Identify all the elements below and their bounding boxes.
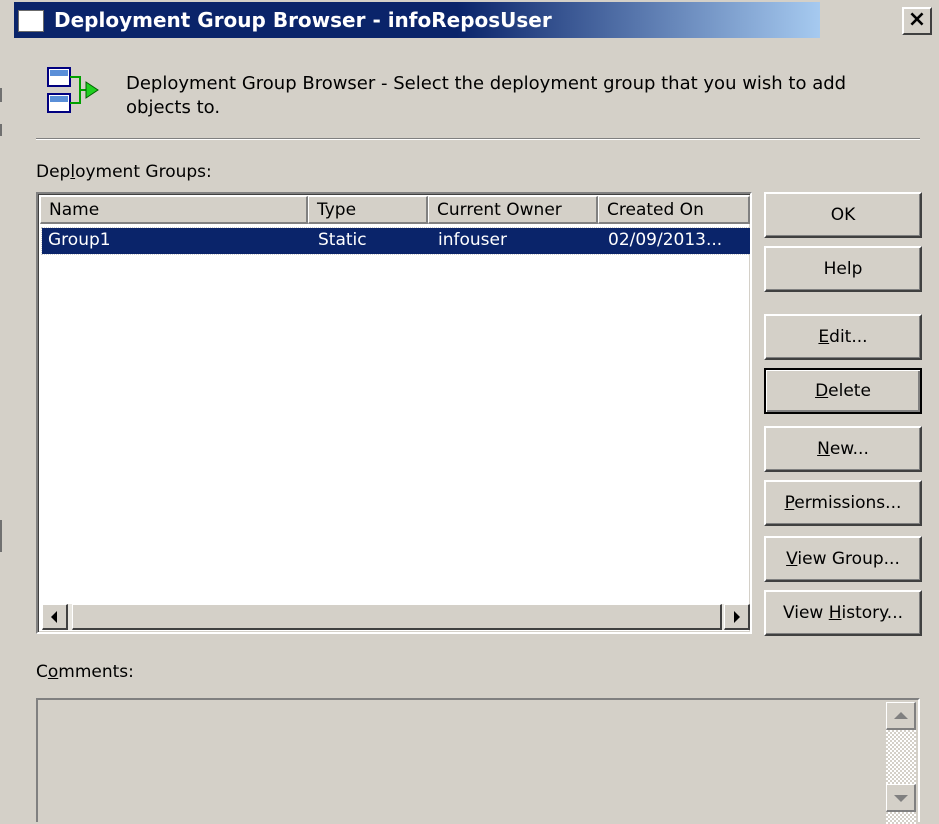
arrow-down-icon [894, 795, 908, 802]
column-header-name[interactable]: Name [40, 196, 308, 224]
deployment-group-icon [46, 66, 100, 118]
cell-type[interactable]: Static [318, 228, 428, 254]
window-title: Deployment Group Browser - infoReposUser [54, 8, 552, 32]
scroll-thumb[interactable] [72, 604, 722, 630]
arrow-left-icon [51, 611, 57, 623]
column-header-current-owner[interactable]: Current Owner [428, 196, 598, 224]
column-header-created-on[interactable]: Created On [598, 196, 750, 224]
horizontal-scrollbar[interactable] [42, 604, 750, 630]
edit-button[interactable]: Edit... [764, 314, 922, 360]
comments-text [46, 706, 876, 726]
deployment-groups-list[interactable]: Name Type Current Owner Created On Group… [36, 192, 752, 634]
deployment-groups-label: Deployment Groups: [36, 162, 212, 182]
scroll-up-button[interactable] [886, 702, 916, 730]
comments-textarea[interactable] [36, 698, 920, 824]
delete-button[interactable]: Delete [764, 368, 922, 414]
comments-label: Comments: [36, 662, 134, 682]
background-window-edge [0, 124, 2, 136]
permissions-button[interactable]: Permissions... [764, 480, 922, 526]
new-button[interactable]: New... [764, 426, 922, 472]
ok-button[interactable]: OK [764, 192, 922, 238]
vertical-scrollbar[interactable] [886, 702, 916, 824]
arrow-up-icon [894, 712, 908, 719]
background-window-edge [0, 88, 2, 102]
scroll-down-button[interactable] [886, 784, 916, 812]
header-description: Deployment Group Browser - Select the de… [126, 73, 847, 118]
help-button[interactable]: Help [764, 246, 922, 292]
header-divider [36, 138, 920, 140]
arrow-right-icon [734, 611, 740, 623]
column-header-type[interactable]: Type [308, 196, 428, 224]
cell-current-owner[interactable]: infouser [438, 228, 598, 254]
scroll-left-button[interactable] [42, 604, 68, 630]
cell-created-on[interactable]: 02/09/2013... [608, 228, 748, 254]
view-group-button[interactable]: View Group... [764, 536, 922, 582]
view-history-button[interactable]: View History... [764, 590, 922, 636]
close-icon: × [907, 7, 927, 32]
close-button[interactable]: × [902, 7, 932, 35]
scroll-right-button[interactable] [724, 604, 750, 630]
background-window-edge [0, 520, 2, 552]
cell-name[interactable]: Group1 [48, 228, 308, 254]
window-icon[interactable] [18, 10, 44, 32]
